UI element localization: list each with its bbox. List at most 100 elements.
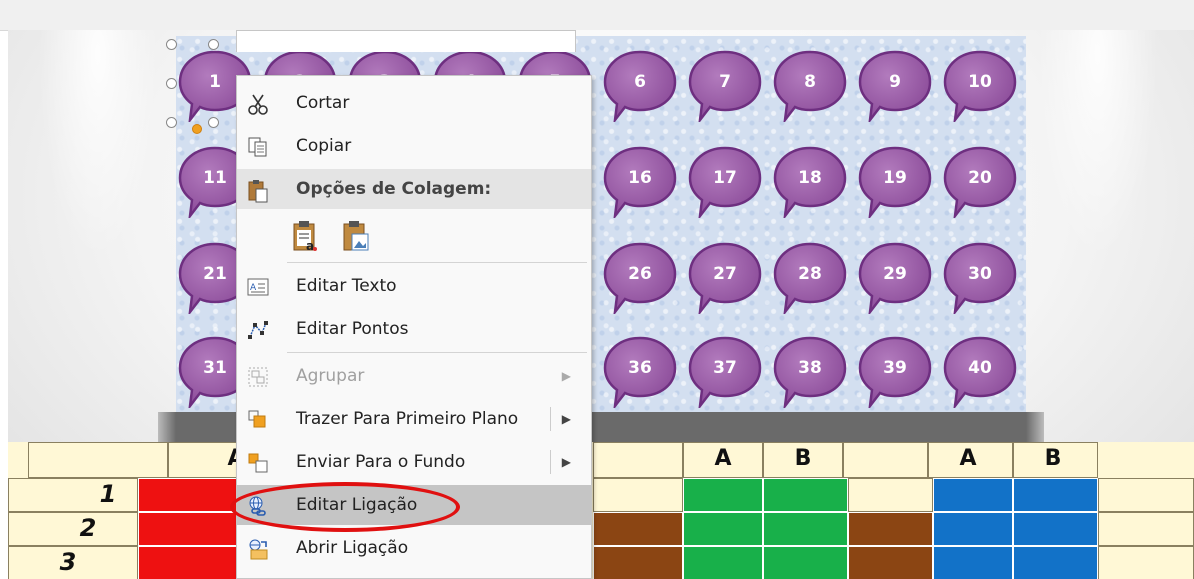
- open-link-icon: [247, 538, 269, 560]
- bubble-number: 40: [968, 358, 992, 378]
- bubble-number: 26: [628, 264, 652, 284]
- table-cell-blue: [933, 546, 1013, 579]
- spotlight-decoration: [1038, 30, 1158, 260]
- table-column-header: B: [794, 446, 812, 471]
- speech-bubble[interactable]: 20: [943, 146, 1017, 218]
- table-cell-green: [683, 512, 763, 546]
- selection-handle-sw[interactable]: [166, 117, 177, 128]
- selection-handle-nw[interactable]: [166, 39, 177, 50]
- speech-bubble[interactable]: 6: [603, 50, 677, 122]
- split-separator: [550, 450, 551, 474]
- speech-bubble[interactable]: 27: [688, 242, 762, 314]
- submenu-arrow-icon: ▶: [561, 369, 571, 383]
- submenu-arrow-icon[interactable]: ▶: [562, 442, 571, 482]
- shape-adjust-handle[interactable]: [192, 124, 202, 134]
- table-column-header: A: [959, 446, 977, 471]
- speech-bubble[interactable]: 17: [688, 146, 762, 218]
- menu-item-open-link[interactable]: Abrir Ligação: [237, 528, 591, 568]
- table-cell-green: [683, 478, 763, 512]
- paste-picture-icon[interactable]: [342, 220, 370, 252]
- edit-text-icon: A: [247, 276, 269, 298]
- speech-bubble[interactable]: 19: [858, 146, 932, 218]
- table-header-cell: [843, 442, 928, 478]
- bubble-number: 30: [968, 264, 992, 284]
- speech-bubble[interactable]: 30: [943, 242, 1017, 314]
- bubble-number: 10: [968, 72, 992, 92]
- bubble-number: 20: [968, 168, 992, 188]
- speech-bubble[interactable]: 18: [773, 146, 847, 218]
- table-header-cell: [593, 442, 683, 478]
- slide-canvas[interactable]: 1234567891011161718192021262728293031363…: [8, 30, 1194, 579]
- speech-bubble[interactable]: 26: [603, 242, 677, 314]
- copy-icon: [247, 136, 269, 158]
- bubble-number: 7: [719, 72, 731, 92]
- bubble-number: 18: [798, 168, 822, 188]
- bubble-number: 39: [883, 358, 907, 378]
- table-cell-blue: [933, 478, 1013, 512]
- mini-toolbar-edge: [236, 30, 576, 52]
- selection-handle-s[interactable]: [208, 117, 219, 128]
- split-separator: [550, 407, 551, 431]
- speech-bubble[interactable]: 10: [943, 50, 1017, 122]
- speech-bubble[interactable]: 36: [603, 336, 677, 408]
- menu-item-bring-to-front[interactable]: Trazer Para Primeiro Plano ▶: [237, 399, 591, 439]
- table-cell-green: [763, 546, 848, 579]
- table-row-number: 2: [79, 514, 97, 542]
- selection-handle-n[interactable]: [208, 39, 219, 50]
- scissors-icon: [247, 93, 269, 115]
- send-to-back-icon: [247, 452, 269, 474]
- table-cell-blue: [1013, 478, 1098, 512]
- speech-bubble[interactable]: 9: [858, 50, 932, 122]
- paste-options-row: a: [237, 214, 591, 258]
- speech-bubble[interactable]: 29: [858, 242, 932, 314]
- speech-bubble[interactable]: 8: [773, 50, 847, 122]
- table-cell-red: [138, 512, 238, 546]
- table-cell: [593, 478, 683, 512]
- menu-divider: [287, 352, 587, 353]
- table-cell: [848, 512, 933, 546]
- menu-item-send-to-back[interactable]: Enviar Para o Fundo ▶: [237, 442, 591, 482]
- table-cell-blue: [1013, 546, 1098, 579]
- speech-bubble[interactable]: 40: [943, 336, 1017, 408]
- speech-bubble[interactable]: 37: [688, 336, 762, 408]
- table-cell-red: [138, 478, 238, 512]
- table-cell: [1098, 546, 1194, 579]
- menu-label-edit-points: Editar Pontos: [296, 319, 409, 339]
- table-cell: [593, 512, 683, 546]
- group-icon: [247, 366, 269, 388]
- menu-item-group[interactable]: Agrupar ▶: [237, 356, 591, 396]
- speech-bubble[interactable]: 38: [773, 336, 847, 408]
- bring-to-front-icon: [247, 409, 269, 431]
- table-cell-red: [138, 546, 238, 579]
- menu-item-cut[interactable]: Cortar: [237, 83, 591, 123]
- table-cell-green: [683, 546, 763, 579]
- menu-item-copy[interactable]: Copiar: [237, 126, 591, 166]
- bubble-number: 37: [713, 358, 737, 378]
- speech-bubble[interactable]: 7: [688, 50, 762, 122]
- bubble-number: 29: [883, 264, 907, 284]
- menu-item-edit-points[interactable]: Editar Pontos: [237, 309, 591, 349]
- selection-handle-w[interactable]: [166, 78, 177, 89]
- menu-divider: [287, 262, 587, 263]
- table-cell-blue: [1013, 512, 1098, 546]
- menu-label-edit-text: Editar Texto: [296, 276, 397, 296]
- speech-bubble[interactable]: 16: [603, 146, 677, 218]
- table-row-number: 1: [99, 480, 117, 508]
- table-row-number: 3: [59, 548, 77, 576]
- speech-bubble[interactable]: 28: [773, 242, 847, 314]
- bubble-number: 36: [628, 358, 652, 378]
- menu-label-cut: Cortar: [296, 93, 350, 113]
- menu-section-paste-options: Opções de Colagem:: [237, 169, 591, 209]
- edit-points-icon: [247, 319, 269, 341]
- table-cell: [848, 478, 933, 512]
- submenu-arrow-icon[interactable]: ▶: [562, 399, 571, 439]
- shelf-left-side: [158, 412, 176, 442]
- speech-bubble[interactable]: 39: [858, 336, 932, 408]
- clipboard-icon: [247, 179, 269, 203]
- menu-item-edit-text[interactable]: A Editar Texto: [237, 266, 591, 306]
- bubble-number: 27: [713, 264, 737, 284]
- menu-label-paste-options: Opções de Colagem:: [296, 179, 492, 199]
- paste-keep-text-icon[interactable]: a: [292, 220, 320, 253]
- score-table: 123AABAB: [8, 442, 1194, 579]
- bubble-number: 17: [713, 168, 737, 188]
